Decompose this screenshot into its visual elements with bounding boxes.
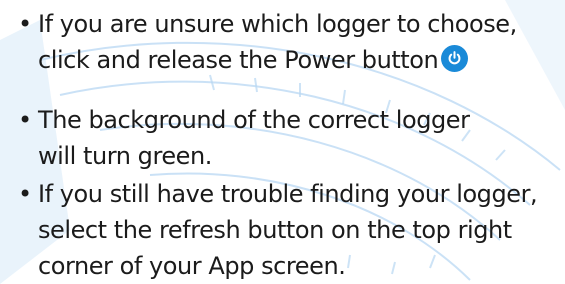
list-item: • The background of the correct logger w… (18, 102, 558, 174)
list-item: • If you are unsure which logger to choo… (18, 6, 558, 78)
bullet-dot: • (18, 10, 32, 38)
text-line: click and release the Power button (38, 46, 439, 74)
text-line: corner of your App screen. (38, 252, 346, 280)
bullet-dot: • (18, 106, 32, 134)
list-item-text: If you still have trouble finding your l… (18, 176, 558, 284)
bullet-dot: • (18, 180, 32, 208)
text-line: If you still have trouble finding your l… (38, 180, 538, 208)
list-item-text: If you are unsure which logger to choose… (18, 6, 558, 78)
list-item: • If you still have trouble finding your… (18, 176, 558, 284)
list-item-text: The background of the correct logger wil… (18, 102, 558, 174)
power-icon (441, 45, 469, 72)
text-line-with-icon: click and release the Power button (38, 42, 558, 78)
text-line: select the refresh button on the top rig… (38, 216, 512, 244)
text-line: will turn green. (38, 142, 212, 170)
text-line: If you are unsure which logger to choose… (38, 10, 517, 38)
text-line: The background of the correct logger (38, 106, 470, 134)
